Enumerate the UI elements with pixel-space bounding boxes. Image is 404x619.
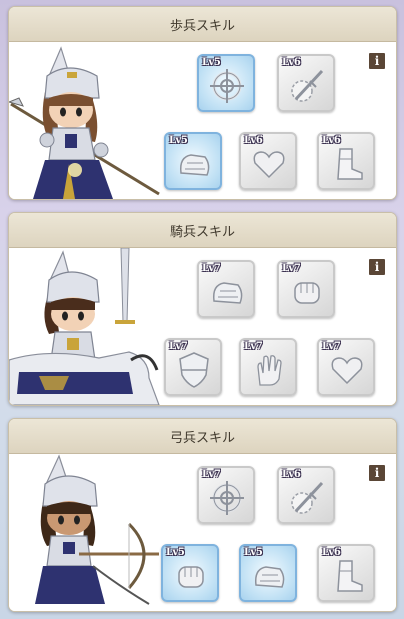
skill-level: Lv7 [169,341,188,352]
archer-skill-panel: 弓兵スキル i Lv7 Lv6 Lv5 Lv5 Lv6 [8,418,397,612]
fist-icon [294,282,320,304]
sword-burst-icon [291,481,324,514]
skill-slot-gauntlet[interactable]: Lv7 [197,260,255,318]
info-icon: i [374,466,380,480]
info-button[interactable]: i [369,259,385,275]
panel-body: i Lv5 Lv6 Lv5 Lv6 Lv6 [9,42,396,199]
sword-burst-icon [291,69,324,102]
skill-slot-boot[interactable]: Lv6 [317,132,375,190]
crosshair-icon [210,69,244,103]
panel-body: i Lv7 Lv6 Lv5 Lv5 Lv6 [9,454,396,611]
skill-slot-open-hand[interactable]: Lv7 [239,338,297,396]
info-button[interactable]: i [369,53,385,69]
info-icon: i [374,54,380,68]
panel-header: 騎兵スキル [9,213,396,248]
fist-icon [178,566,204,588]
skill-level: Lv6 [282,469,301,480]
skill-level: Lv7 [322,341,341,352]
skill-slot-shield[interactable]: Lv7 [164,338,222,396]
crosshair-icon [210,481,244,515]
heart-icon [331,357,363,385]
skill-level: Lv6 [244,135,263,146]
panel-title: 弓兵スキル [169,430,235,446]
skill-level: Lv5 [166,547,185,558]
skill-slot-gauntlet[interactable]: Lv5 [164,132,222,190]
skill-slot-gauntlet[interactable]: Lv5 [239,544,297,602]
skill-slot-crosshair[interactable]: Lv7 [197,466,255,524]
skill-level: Lv5 [244,547,263,558]
gauntlet-icon [254,566,285,588]
panel-body: i Lv7 Lv7 Lv7 Lv7 Lv7 [9,248,396,405]
cavalry-skill-panel: 騎兵スキル i Lv7 Lv7 Lv7 Lv7 Lv7 [8,212,397,406]
skill-slot-sword-burst[interactable]: Lv6 [277,54,335,112]
skill-slot-boot[interactable]: Lv6 [317,544,375,602]
skill-slot-heart[interactable]: Lv7 [317,338,375,396]
skill-slot-crosshair[interactable]: Lv5 [197,54,255,112]
gauntlet-icon [212,282,243,304]
skill-level: Lv5 [169,135,188,146]
boot-icon [337,148,363,180]
skill-level: Lv7 [202,263,221,274]
skill-slot-fist[interactable]: Lv7 [277,260,335,318]
open-hand-icon [257,355,282,386]
skill-level: Lv6 [322,135,341,146]
infantry-character-portrait [9,46,160,199]
info-button[interactable]: i [369,465,385,481]
archer-character-portrait [35,454,159,605]
panel-title: 騎兵スキル [169,224,235,240]
heart-icon [253,151,285,179]
skill-level: Lv7 [282,263,301,274]
skill-slot-sword-burst[interactable]: Lv6 [277,466,335,524]
skill-slot-fist[interactable]: Lv5 [161,544,219,602]
boot-icon [337,560,363,592]
skill-level: Lv5 [202,57,221,68]
skill-slot-heart[interactable]: Lv6 [239,132,297,190]
shield-icon [179,352,209,388]
skill-level: Lv6 [322,547,341,558]
infantry-skill-panel: 歩兵スキル i Lv5 Lv6 Lv5 Lv6 Lv6 [8,6,397,200]
skill-level: Lv7 [244,341,263,352]
info-icon: i [374,260,380,274]
gauntlet-icon [179,154,210,176]
panel-header: 弓兵スキル [9,419,396,454]
skill-level: Lv7 [202,469,221,480]
skill-level: Lv6 [282,57,301,68]
cavalry-character-portrait [9,248,160,405]
panel-header: 歩兵スキル [9,7,396,42]
panel-title: 歩兵スキル [169,18,235,34]
